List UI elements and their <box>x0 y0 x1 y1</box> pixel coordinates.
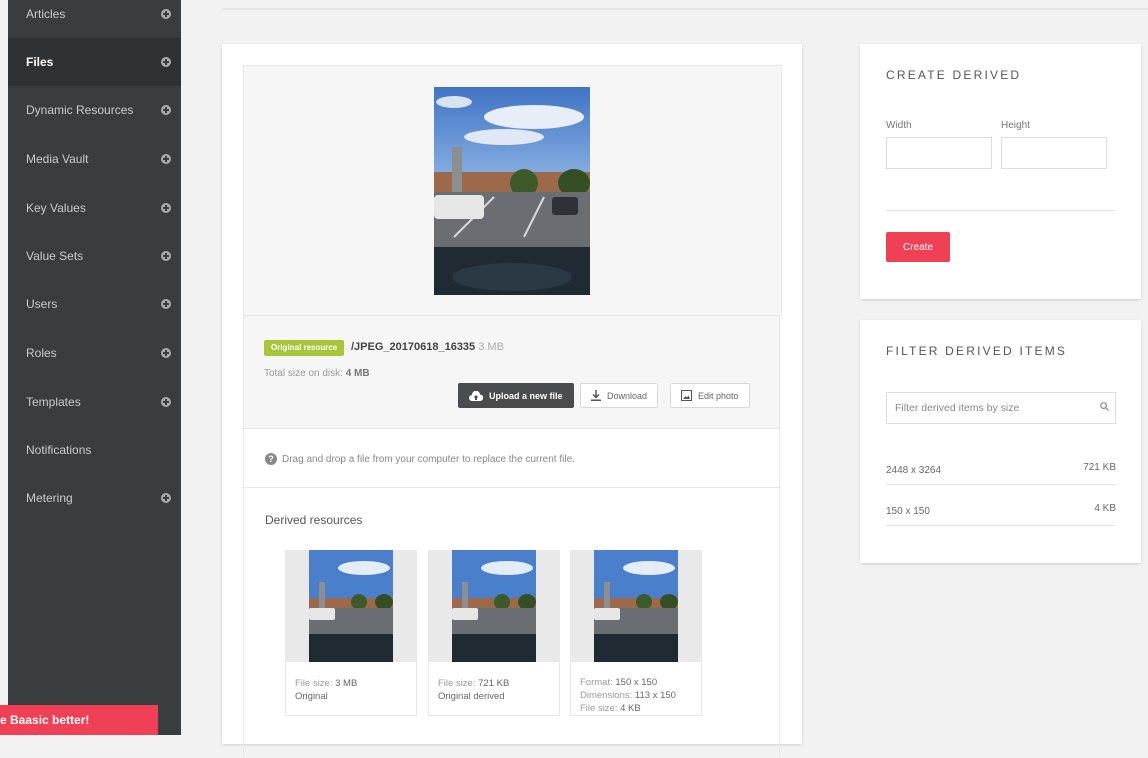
derived-info: File size: 3 MB Original <box>285 662 417 716</box>
sidebar-item-label: Roles <box>26 346 57 360</box>
file-name: /JPEG_20170618_16335 3 MB <box>351 341 504 353</box>
sidebar-item-label: Templates <box>26 395 81 409</box>
help-icon: ? <box>265 453 277 465</box>
filter-derived-card: FILTER DERIVED ITEMS 2448 x 3264 721 KB … <box>860 320 1141 563</box>
sidebar-item-label: Notifications <box>26 443 92 457</box>
download-icon <box>591 390 601 401</box>
derived-thumbnail <box>570 550 702 662</box>
create-button[interactable]: Create <box>886 232 950 262</box>
expand-plus-icon[interactable] <box>161 154 171 164</box>
derived-item[interactable]: Format: 150 x 150 Dimensions: 113 x 150 … <box>570 550 702 720</box>
total-size-value: 4 MB <box>345 368 370 379</box>
sidebar-item-dynamic-resources[interactable]: Dynamic Resources <box>8 86 181 134</box>
filter-search-input[interactable] <box>887 401 1093 415</box>
drop-zone[interactable]: ? Drag and drop a file from your compute… <box>243 429 780 488</box>
edit-photo-button-label: Edit photo <box>698 390 739 401</box>
sidebar-item-files[interactable]: Files <box>8 38 181 86</box>
header-divider <box>222 8 1148 10</box>
sidebar-item-label: Files <box>26 55 54 69</box>
total-size: Total size on disk: 4 MB <box>264 368 370 379</box>
sidebar-item-value-sets[interactable]: Value Sets <box>8 232 181 280</box>
image-icon <box>681 390 692 401</box>
derived-info: File size: 721 KB Original derived <box>428 662 560 716</box>
file-size: 3 MB <box>478 341 504 353</box>
sidebar-item-label: Articles <box>26 7 66 21</box>
height-label: Height <box>1001 120 1030 131</box>
drop-hint: ? Drag and drop a file from your compute… <box>265 453 575 465</box>
cloud-upload-icon <box>469 390 483 401</box>
feedback-banner-text: e Baasic better! <box>0 713 90 727</box>
upload-button-label: Upload a new file <box>489 390 563 401</box>
result-dimensions: 150 x 150 <box>886 506 930 517</box>
result-size: 4 KB <box>1094 503 1116 514</box>
file-info-area: Original resource /JPEG_20170618_16335 3… <box>243 315 780 429</box>
width-label: Width <box>886 120 912 131</box>
derived-resources-section: Derived resources File size: 3 MB Origin… <box>243 488 780 758</box>
search-icon[interactable] <box>1093 402 1115 414</box>
expand-plus-icon[interactable] <box>161 203 171 213</box>
filter-result-row[interactable]: 150 x 150 4 KB <box>886 486 1116 526</box>
derived-info: Format: 150 x 150 Dimensions: 113 x 150 … <box>570 662 702 716</box>
image-preview-area <box>243 65 782 316</box>
divider <box>886 210 1115 211</box>
sidebar-item-roles[interactable]: Roles <box>8 329 181 377</box>
feedback-banner[interactable]: e Baasic better! <box>0 705 158 735</box>
expand-plus-icon[interactable] <box>161 299 171 309</box>
derived-item[interactable]: File size: 3 MB Original <box>285 550 417 720</box>
expand-plus-icon[interactable] <box>161 397 171 407</box>
expand-plus-icon[interactable] <box>161 57 171 67</box>
derived-thumbnail <box>285 550 417 662</box>
sidebar-item-label: Dynamic Resources <box>26 103 134 117</box>
sidebar: Articles Files Dynamic Resources Media V… <box>8 0 181 735</box>
expand-plus-icon[interactable] <box>161 9 171 19</box>
original-resource-badge: Original resource <box>264 340 345 356</box>
file-detail-card: Original resource /JPEG_20170618_16335 3… <box>222 44 802 758</box>
sidebar-item-users[interactable]: Users <box>8 280 181 328</box>
height-input[interactable] <box>1001 137 1107 169</box>
sidebar-item-label: Key Values <box>26 201 86 215</box>
expand-plus-icon[interactable] <box>161 105 171 115</box>
drop-hint-text: Drag and drop a file from your computer … <box>282 453 575 465</box>
filter-search-box <box>886 392 1116 424</box>
derived-resources-title: Derived resources <box>265 513 363 527</box>
sidebar-item-media-vault[interactable]: Media Vault <box>8 135 181 183</box>
filter-derived-title: FILTER DERIVED ITEMS <box>886 344 1068 358</box>
sidebar-item-label: Metering <box>26 491 73 505</box>
expand-plus-icon[interactable] <box>161 348 171 358</box>
file-preview-image <box>434 87 590 295</box>
edit-photo-button[interactable]: Edit photo <box>670 383 750 408</box>
download-button[interactable]: Download <box>580 383 659 408</box>
sidebar-item-notifications[interactable]: Notifications <box>8 426 181 474</box>
derived-thumbnail <box>428 550 560 662</box>
derived-item[interactable]: File size: 721 KB Original derived <box>428 550 560 720</box>
sidebar-item-key-values[interactable]: Key Values <box>8 184 181 232</box>
sidebar-item-label: Users <box>26 297 58 311</box>
sidebar-item-metering[interactable]: Metering <box>8 474 181 522</box>
sidebar-item-label: Media Vault <box>26 152 89 166</box>
create-derived-title: CREATE DERIVED <box>886 68 1022 82</box>
expand-plus-icon[interactable] <box>161 493 171 503</box>
download-button-label: Download <box>607 390 648 401</box>
sidebar-item-templates[interactable]: Templates <box>8 378 181 426</box>
upload-button[interactable]: Upload a new file <box>458 383 574 408</box>
width-input[interactable] <box>886 137 992 169</box>
sidebar-item-label: Value Sets <box>26 249 84 263</box>
result-dimensions: 2448 x 3264 <box>886 465 942 476</box>
sidebar-item-articles[interactable]: Articles <box>8 0 181 38</box>
expand-plus-icon[interactable] <box>161 251 171 261</box>
result-size: 721 KB <box>1083 462 1116 473</box>
create-derived-card: CREATE DERIVED Width Height Create <box>860 44 1141 299</box>
filter-result-row[interactable]: 2448 x 3264 721 KB <box>886 445 1116 485</box>
